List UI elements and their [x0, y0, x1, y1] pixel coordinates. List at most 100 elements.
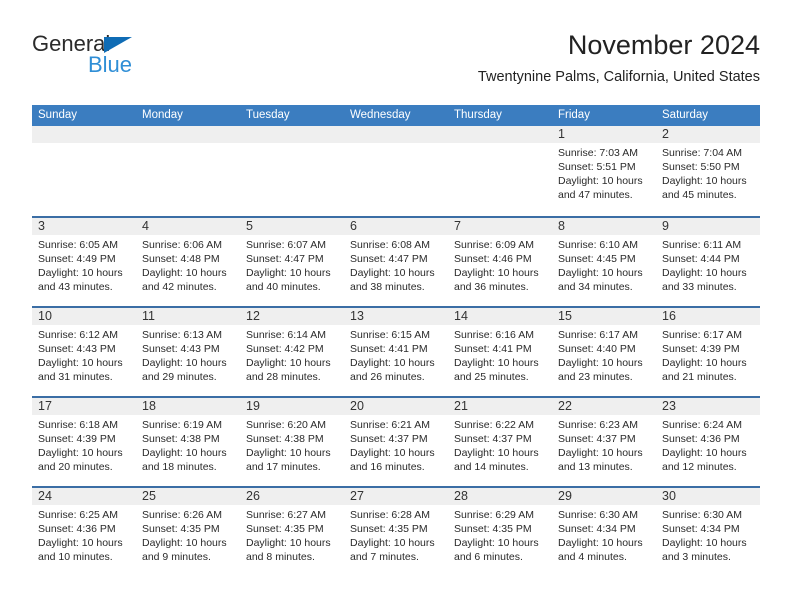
day-cell[interactable]: 23 Sunrise: 6:24 AM Sunset: 4:36 PM Dayligh… [656, 398, 760, 486]
day-cell[interactable]: 19 Sunrise: 6:20 AM Sunset: 4:38 PM Dayligh… [240, 398, 344, 486]
brand-logo[interactable]: General Blue [32, 32, 232, 88]
sunset-text: Sunset: 4:38 PM [142, 433, 220, 445]
day-number: 28 [454, 489, 468, 503]
day-number: 6 [350, 219, 357, 233]
daylight-text-line1: Daylight: 10 hours [662, 537, 747, 549]
day-cell-body: Sunrise: 6:19 AM Sunset: 4:38 PM Daylight:… [136, 415, 240, 474]
sunrise-text: Sunrise: 6:25 AM [38, 509, 118, 521]
day-cell[interactable]: 1 Sunrise: 7:03 AM Sunset: 5:51 PM Daylight… [552, 126, 656, 216]
day-cell[interactable]: 10 Sunrise: 6:12 AM Sunset: 4:43 PM Dayligh… [32, 308, 136, 396]
day-cell[interactable]: 22 Sunrise: 6:23 AM Sunset: 4:37 PM Dayligh… [552, 398, 656, 486]
day-cell-body: Sunrise: 6:17 AM Sunset: 4:40 PM Daylight:… [552, 325, 656, 384]
day-cell[interactable]: 5 Sunrise: 6:07 AM Sunset: 4:47 PM Daylight… [240, 218, 344, 306]
daylight-text-line1: Daylight: 10 hours [350, 267, 435, 279]
day-cell-body: Sunrise: 6:10 AM Sunset: 4:45 PM Daylight:… [552, 235, 656, 294]
calendar-page: General Blue November 2024 Twentynine Pa… [0, 0, 792, 612]
day-cell[interactable]: 2 Sunrise: 7:04 AM Sunset: 5:50 PM Daylight… [656, 126, 760, 216]
day-cell[interactable]: 16 Sunrise: 6:17 AM Sunset: 4:39 PM Dayligh… [656, 308, 760, 396]
day-cell[interactable]: 28 Sunrise: 6:29 AM Sunset: 4:35 PM Dayligh… [448, 488, 552, 576]
sunset-text: Sunset: 4:36 PM [662, 433, 740, 445]
daylight-text-line2: and 21 minutes. [662, 371, 737, 383]
day-cell-body: Sunrise: 6:26 AM Sunset: 4:35 PM Daylight:… [136, 505, 240, 564]
sunrise-text: Sunrise: 6:18 AM [38, 419, 118, 431]
day-cell-body: Sunrise: 6:15 AM Sunset: 4:41 PM Daylight:… [344, 325, 448, 384]
sunrise-text: Sunrise: 6:06 AM [142, 239, 222, 251]
day-number: 14 [454, 309, 468, 323]
day-cell[interactable]: 8 Sunrise: 6:10 AM Sunset: 4:45 PM Daylight… [552, 218, 656, 306]
day-cell[interactable]: 15 Sunrise: 6:17 AM Sunset: 4:40 PM Dayligh… [552, 308, 656, 396]
day-cell-body: Sunrise: 6:27 AM Sunset: 4:35 PM Daylight:… [240, 505, 344, 564]
day-cell[interactable]: 25 Sunrise: 6:26 AM Sunset: 4:35 PM Dayligh… [136, 488, 240, 576]
day-cell[interactable]: 13 Sunrise: 6:15 AM Sunset: 4:41 PM Dayligh… [344, 308, 448, 396]
day-cell[interactable]: 29 Sunrise: 6:30 AM Sunset: 4:34 PM Dayligh… [552, 488, 656, 576]
daylight-text-line1: Daylight: 10 hours [662, 357, 747, 369]
day-cell-body: Sunrise: 6:18 AM Sunset: 4:39 PM Daylight:… [32, 415, 136, 474]
sunset-text: Sunset: 4:39 PM [662, 343, 740, 355]
day-cell-body: Sunrise: 6:25 AM Sunset: 4:36 PM Daylight:… [32, 505, 136, 564]
day-cell[interactable]: 27 Sunrise: 6:28 AM Sunset: 4:35 PM Dayligh… [344, 488, 448, 576]
day-cell[interactable]: 21 Sunrise: 6:22 AM Sunset: 4:37 PM Dayligh… [448, 398, 552, 486]
daylight-text-line1: Daylight: 10 hours [662, 267, 747, 279]
daylight-text-line1: Daylight: 10 hours [558, 447, 643, 459]
day-number-band: 19 [240, 398, 344, 415]
day-cell-body: Sunrise: 6:22 AM Sunset: 4:37 PM Daylight:… [448, 415, 552, 474]
day-number-band: 13 [344, 308, 448, 325]
daylight-text-line2: and 43 minutes. [38, 281, 113, 293]
day-number-band: 16 [656, 308, 760, 325]
calendar-week-row: 10 Sunrise: 6:12 AM Sunset: 4:43 PM Dayligh… [32, 306, 760, 396]
day-cell[interactable]: 20 Sunrise: 6:21 AM Sunset: 4:37 PM Dayligh… [344, 398, 448, 486]
sunrise-text: Sunrise: 7:03 AM [558, 147, 638, 159]
day-cell[interactable]: 9 Sunrise: 6:11 AM Sunset: 4:44 PM Daylight… [656, 218, 760, 306]
day-cell[interactable]: 26 Sunrise: 6:27 AM Sunset: 4:35 PM Dayligh… [240, 488, 344, 576]
sunrise-text: Sunrise: 6:15 AM [350, 329, 430, 341]
day-cell[interactable]: 17 Sunrise: 6:18 AM Sunset: 4:39 PM Dayligh… [32, 398, 136, 486]
sunset-text: Sunset: 4:43 PM [38, 343, 116, 355]
day-cell-body: Sunrise: 7:04 AM Sunset: 5:50 PM Daylight:… [656, 143, 760, 202]
daylight-text-line2: and 6 minutes. [454, 551, 523, 563]
day-cell-body: Sunrise: 6:30 AM Sunset: 4:34 PM Daylight:… [656, 505, 760, 564]
day-number-band: 28 [448, 488, 552, 505]
weekday-header-row: Sunday Monday Tuesday Wednesday Thursday… [32, 105, 760, 126]
day-cell[interactable]: 3 Sunrise: 6:05 AM Sunset: 4:49 PM Daylight… [32, 218, 136, 306]
daylight-text-line1: Daylight: 10 hours [38, 357, 123, 369]
sunrise-text: Sunrise: 6:08 AM [350, 239, 430, 251]
day-cell-body: Sunrise: 6:28 AM Sunset: 4:35 PM Daylight:… [344, 505, 448, 564]
weekday-header-friday: Friday [558, 109, 590, 121]
day-cell[interactable]: 18 Sunrise: 6:19 AM Sunset: 4:38 PM Dayligh… [136, 398, 240, 486]
sunrise-text: Sunrise: 6:13 AM [142, 329, 222, 341]
day-cell[interactable]: 11 Sunrise: 6:13 AM Sunset: 4:43 PM Dayligh… [136, 308, 240, 396]
day-number: 7 [454, 219, 461, 233]
day-number: 29 [558, 489, 572, 503]
day-cell[interactable]: 24 Sunrise: 6:25 AM Sunset: 4:36 PM Dayligh… [32, 488, 136, 576]
day-number-band: 3 [32, 218, 136, 235]
day-cell-body: Sunrise: 6:29 AM Sunset: 4:35 PM Daylight:… [448, 505, 552, 564]
daylight-text-line2: and 4 minutes. [558, 551, 627, 563]
daylight-text-line1: Daylight: 10 hours [558, 537, 643, 549]
day-cell[interactable]: 14 Sunrise: 6:16 AM Sunset: 4:41 PM Dayligh… [448, 308, 552, 396]
day-cell[interactable]: 30 Sunrise: 6:30 AM Sunset: 4:34 PM Dayligh… [656, 488, 760, 576]
daylight-text-line2: and 40 minutes. [246, 281, 321, 293]
day-cell-empty [32, 126, 136, 216]
day-cell[interactable]: 6 Sunrise: 6:08 AM Sunset: 4:47 PM Daylight… [344, 218, 448, 306]
sunset-text: Sunset: 4:44 PM [662, 253, 740, 265]
day-cell[interactable]: 4 Sunrise: 6:06 AM Sunset: 4:48 PM Daylight… [136, 218, 240, 306]
sunrise-text: Sunrise: 6:17 AM [558, 329, 638, 341]
day-number-band [240, 126, 344, 143]
day-cell[interactable]: 7 Sunrise: 6:09 AM Sunset: 4:46 PM Daylight… [448, 218, 552, 306]
day-number-band: 4 [136, 218, 240, 235]
day-cell[interactable]: 12 Sunrise: 6:14 AM Sunset: 4:42 PM Dayligh… [240, 308, 344, 396]
day-number-band: 6 [344, 218, 448, 235]
daylight-text-line2: and 17 minutes. [246, 461, 321, 473]
day-number-band: 18 [136, 398, 240, 415]
day-number-band: 23 [656, 398, 760, 415]
day-cell-body: Sunrise: 6:08 AM Sunset: 4:47 PM Daylight:… [344, 235, 448, 294]
daylight-text-line2: and 45 minutes. [662, 189, 737, 201]
day-cell-body: Sunrise: 6:12 AM Sunset: 4:43 PM Daylight:… [32, 325, 136, 384]
sunrise-text: Sunrise: 6:10 AM [558, 239, 638, 251]
daylight-text-line2: and 12 minutes. [662, 461, 737, 473]
daylight-text-line1: Daylight: 10 hours [350, 537, 435, 549]
day-number: 21 [454, 399, 468, 413]
daylight-text-line2: and 16 minutes. [350, 461, 425, 473]
day-cell-body: Sunrise: 6:13 AM Sunset: 4:43 PM Daylight:… [136, 325, 240, 384]
day-number: 30 [662, 489, 676, 503]
